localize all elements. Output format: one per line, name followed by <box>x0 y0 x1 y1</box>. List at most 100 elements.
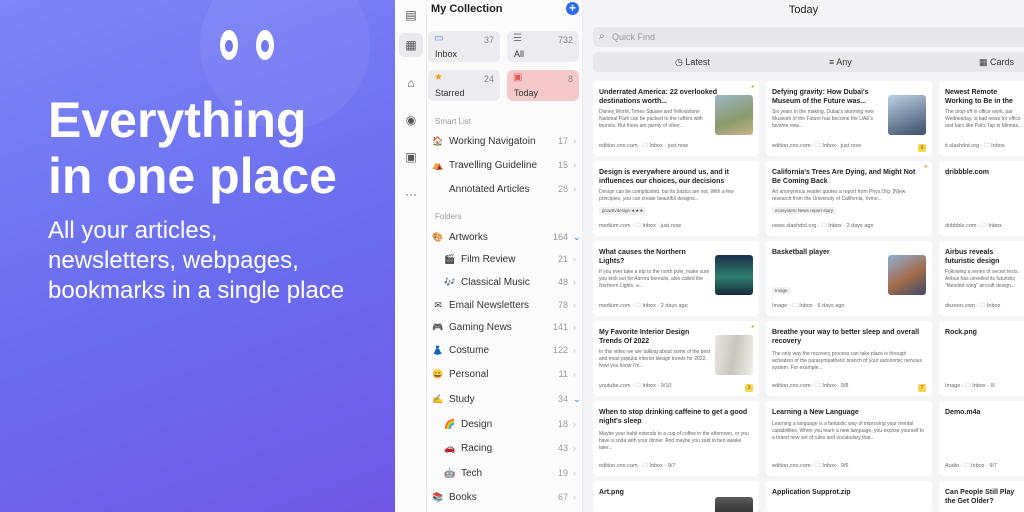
article-card[interactable]: Newest Remote Working to Be in the Offic… <box>939 81 1024 156</box>
smart-list-item[interactable]: Annotated Articles 28 › <box>431 181 579 197</box>
card-source: medium.com · 🗀 Inbox · 2 days ago <box>599 303 688 309</box>
star-icon: ★ <box>750 84 755 90</box>
article-card[interactable]: Breathe your way to better sleep and ove… <box>766 321 932 396</box>
audio-card[interactable]: Demo.m4a Audio · 🗀 Inbox · 9/7 <box>939 401 1024 476</box>
card-source: edition.cnn.com · 🗀 Inbox · 9/6 <box>772 463 849 469</box>
app-window: ▤ ▦ ⌂ ◉ ▣ ··· My Collection + ▭ 37 Inbox… <box>395 0 1024 512</box>
tag-icon[interactable]: ⌂ <box>399 71 423 95</box>
card-source: news.slashdot.org · 🗀 Inbox · 2 days ago <box>772 223 874 229</box>
folder-item[interactable]: 🎶 Classical Music 48 › <box>443 274 579 290</box>
folder-item[interactable]: 🎨 Artworks 164 ⌄ <box>431 229 581 245</box>
article-card[interactable]: Defying gravity: How Dubai's Museum of t… <box>766 81 932 156</box>
folder-item[interactable]: 🚗 Racing 43 › <box>443 440 579 456</box>
item-count: 43 <box>557 443 568 453</box>
item-count: 17 <box>557 136 568 146</box>
more-icon[interactable]: ··· <box>399 182 423 206</box>
folder-item[interactable]: 😀 Personal 11 › <box>431 366 579 382</box>
card-description: An anonymous reader quotes a report from… <box>772 189 906 202</box>
inbox-icon: ▭ <box>434 33 444 44</box>
image-card[interactable]: Basketball player Image Image · 🗀 Inbox … <box>766 241 932 316</box>
item-count: 28 <box>557 184 568 194</box>
folder-item[interactable]: 👗 Costume 122 › <box>431 342 579 358</box>
folder-item[interactable]: 📚 Books 67 › <box>431 489 579 505</box>
card-thumbnail <box>888 255 926 295</box>
hero-panel: Everything in one place All your article… <box>0 0 395 512</box>
article-card[interactable]: dribbble.com dribbble.com · 🗀 Inbox <box>939 161 1024 236</box>
article-card[interactable]: When to stop drinking caffeine to get a … <box>593 401 759 476</box>
chevron-right-icon: › <box>573 322 576 332</box>
tile-today[interactable]: ▣ 8 Today <box>507 70 579 101</box>
card-description: The drop-off in office work, par Wednesd… <box>945 109 1023 129</box>
tile-count: 8 <box>567 74 573 84</box>
robot-icon: 🤖 <box>444 467 456 478</box>
folder-item[interactable]: 🎬 Film Review 21 › <box>443 251 579 267</box>
folder-item[interactable]: 🎮 Gaming News 141 › <box>431 319 579 335</box>
card-description: Following a series of secret tests, Airb… <box>945 269 1019 289</box>
clapper-icon: 🎬 <box>444 253 456 264</box>
card-title: Newest Remote Working to Be in the Offic… <box>945 89 1013 105</box>
hero-subtitle: All your articles, newsletters, webpages… <box>48 217 345 304</box>
card-title: Rock.png <box>945 329 977 336</box>
folder-item[interactable]: ✉ Email Newsletters 78 › <box>431 297 579 313</box>
card-source: Audio · 🗀 Inbox · 9/7 <box>945 463 997 469</box>
folder-item[interactable]: 🤖 Tech 19 › <box>443 465 579 481</box>
tile-count: 732 <box>557 35 573 45</box>
card-source: edition.cnn.com · 🗀 Inbox · just now <box>772 143 861 149</box>
filter-label: Latest <box>685 57 710 67</box>
card-badge: 3 <box>745 384 753 392</box>
item-label: Tech <box>461 467 483 479</box>
tile-starred[interactable]: ★ 24 Starred <box>428 70 500 101</box>
chevron-down-icon[interactable]: ⌄ <box>573 232 581 243</box>
card-source: dribbble.com · 🗀 Inbox <box>945 223 1002 229</box>
item-count: 67 <box>557 492 568 502</box>
mail-icon: ✉ <box>434 299 442 310</box>
tile-inbox[interactable]: ▭ 37 Inbox <box>428 31 500 62</box>
costume-icon: 👗 <box>432 344 444 355</box>
search-bar[interactable]: ⌕ Quick Find <box>593 27 1024 47</box>
item-count: 48 <box>557 277 568 287</box>
highlight-icon[interactable]: ◉ <box>399 108 423 132</box>
article-card[interactable]: What causes the Northern Lights? If you … <box>593 241 759 316</box>
tile-all[interactable]: ☰ 732 All <box>507 31 579 62</box>
article-card[interactable]: Can People Still Play the Get Older? <box>939 481 1024 512</box>
writing-icon: ✍ <box>432 393 444 404</box>
tent-icon: ⛺ <box>432 159 444 170</box>
add-button[interactable]: + <box>566 2 579 15</box>
latest-filter[interactable]: ◷ Latest <box>675 57 710 68</box>
card-description: Design can be complicated, but its basic… <box>599 189 734 202</box>
item-label: Personal <box>449 368 489 380</box>
card-title: Art.png <box>599 489 624 496</box>
sidebar-toggle-icon[interactable]: ▤ <box>399 3 423 27</box>
image-card[interactable]: Rock.png Image · 🗀 Inbox · 9/ <box>939 321 1024 396</box>
card-source: it.slashdot.org · 🗀 Inbox <box>945 143 1005 149</box>
card-tags: ecosystem News report story <box>772 207 837 214</box>
calendar-icon: ▣ <box>513 72 523 83</box>
chevron-down-icon[interactable]: ⌄ <box>573 394 581 405</box>
article-card[interactable]: ★ My Favorite Interior Design Trends Of … <box>593 321 759 396</box>
smart-list-item[interactable]: 🏠 Working Navigatoin 17 › <box>431 133 579 149</box>
card-title: California's Trees Are Dying, and Might … <box>772 169 916 185</box>
folder-item[interactable]: 🌈 Design 18 › <box>443 416 579 432</box>
cards-view[interactable]: ▦ Cards <box>979 57 1014 68</box>
article-card[interactable]: ★ Underrated America: 22 overlooked dest… <box>593 81 759 156</box>
article-card[interactable]: Design is everywhere around us, and it i… <box>593 161 759 236</box>
card-title: dribbble.com <box>945 169 989 176</box>
image-card[interactable]: Art.png <box>593 481 759 512</box>
item-count: 78 <box>557 300 568 310</box>
article-card[interactable]: Airbus reveals futuristic design Followi… <box>939 241 1024 316</box>
card-badge: 9 <box>918 144 926 152</box>
collection-grid-icon[interactable]: ▦ <box>399 33 423 57</box>
list-icon: ☰ <box>513 33 522 44</box>
article-card[interactable]: Learning a New Language Learning a langu… <box>766 401 932 476</box>
item-label: Email Newsletters <box>449 299 530 311</box>
folder-item[interactable]: ✍ Study 34 ⌄ <box>431 391 581 407</box>
card-title: Learning a New Language <box>772 409 859 416</box>
any-filter[interactable]: ≡ Any <box>829 57 852 67</box>
card-thumbnail <box>715 335 753 375</box>
smart-list-item[interactable]: ⛺ Travelling Guideline 15 › <box>431 157 579 173</box>
archive-icon[interactable]: ▣ <box>399 145 423 169</box>
item-count: 15 <box>557 160 568 170</box>
article-card[interactable]: ★ California's Trees Are Dying, and Migh… <box>766 161 932 236</box>
file-card[interactable]: Application Supprot.zip <box>766 481 932 512</box>
mascot-eye-right <box>256 30 274 60</box>
